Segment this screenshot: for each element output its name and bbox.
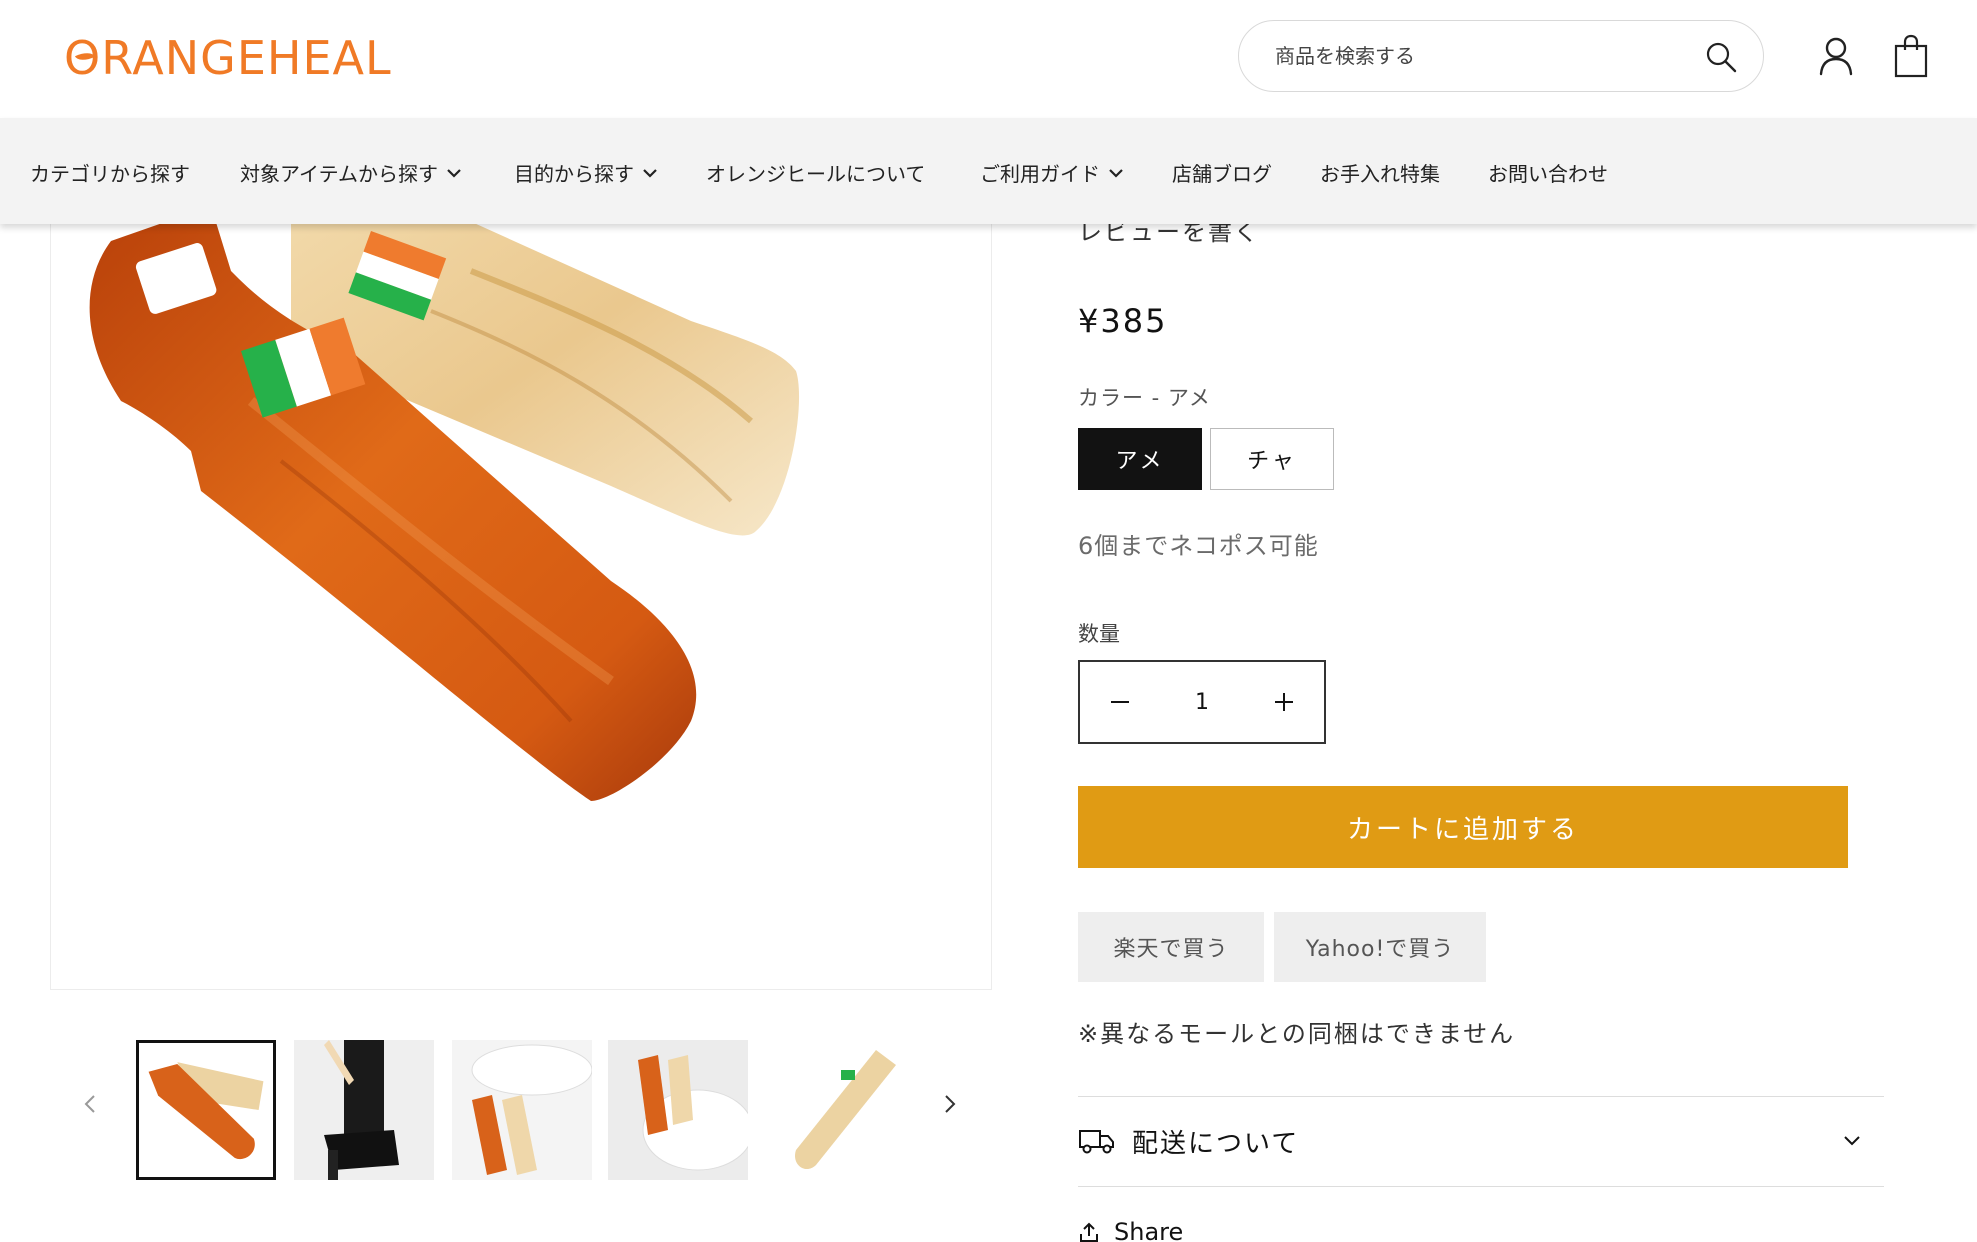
site-logo[interactable]: ORANGEHEAL [64,30,392,86]
product-price: ¥385 [1078,302,1168,340]
nav-item-label: お手入れ特集 [1320,162,1440,186]
thumbnail-image [766,1040,906,1180]
nav-item-label: カテゴリから探す [30,162,190,186]
thumbnail-3[interactable] [452,1040,592,1180]
thumbnail-carousel [50,1030,992,1180]
nav-item-label: 目的から探す [514,162,634,186]
nav-item-label: 対象アイテムから探す [240,162,438,186]
color-label: カラー - アメ [1078,386,1211,410]
share-button[interactable]: Share [1078,1218,1183,1242]
divider [1078,1186,1884,1187]
main-navigation: カテゴリから探す 対象アイテムから探す 目的から探す オレンジヒールについて ご… [0,118,1977,224]
thumbnail-1[interactable] [136,1040,276,1180]
quantity-label: 数量 [1078,622,1120,646]
shipping-accordion-label: 配送について [1132,1128,1300,1159]
quantity-increase-button[interactable] [1244,662,1324,742]
nav-item-care[interactable]: お手入れ特集 [1320,158,1440,187]
nav-item-label: オレンジヒールについて [706,162,926,186]
logo-text: ORANGEHEAL [64,31,392,85]
product-main-image[interactable] [50,200,992,990]
thumbnail-image [608,1040,748,1180]
minus-icon [1111,701,1129,703]
nav-item-target-items[interactable]: 対象アイテムから探す [240,158,462,187]
nav-item-label: 店舗ブログ [1172,162,1272,186]
nav-item-contact[interactable]: お問い合わせ [1488,158,1608,187]
chevron-down-icon [1844,1136,1860,1146]
nav-item-about[interactable]: オレンジヒールについて [706,158,925,187]
truck-icon [1079,1130,1114,1154]
search-icon[interactable] [1705,41,1737,73]
add-to-cart-button[interactable]: カートに追加する [1078,786,1848,868]
quantity-stepper [1078,660,1326,744]
variant-cha-button[interactable]: チャ [1210,428,1334,490]
share-label: Share [1114,1218,1184,1242]
search-input[interactable] [1275,44,1675,68]
site-header: ORANGEHEAL [0,0,1977,118]
chevron-down-icon [1109,168,1123,178]
nekopos-note: 6個までネコポス可能 [1078,532,1319,560]
search-box [1238,20,1764,92]
cart-bag-icon[interactable] [1894,34,1928,78]
account-icon[interactable] [1818,36,1854,76]
shipping-accordion[interactable]: 配送について [1078,1096,1884,1186]
thumbnail-4[interactable] [608,1040,748,1180]
thumbnail-image [452,1040,592,1180]
shoehorn-image [89,201,800,801]
nav-item-label: お問い合わせ [1488,162,1608,186]
chevron-left-icon[interactable] [80,1090,100,1118]
thumbnail-image [294,1040,434,1180]
thumbnail-5[interactable] [766,1040,906,1180]
mall-bundle-note: ※異なるモールとの同梱はできません [1078,1020,1516,1048]
nav-item-guide[interactable]: ご利用ガイド [980,158,1124,187]
thumbnail-image [139,1043,273,1177]
nav-item-purpose[interactable]: 目的から探す [514,158,658,187]
yahoo-buy-button[interactable]: Yahoo!で買う [1274,912,1486,982]
plus-icon [1275,693,1293,711]
variant-label: アメ [1115,449,1165,474]
quantity-decrease-button[interactable] [1080,662,1160,742]
chevron-down-icon [447,168,461,178]
chevron-right-icon[interactable] [940,1090,960,1118]
nav-item-blog[interactable]: 店舗ブログ [1172,158,1272,187]
quantity-input[interactable] [1160,662,1244,742]
nav-item-label: ご利用ガイド [980,162,1100,186]
chevron-down-icon [643,168,657,178]
share-icon [1080,1222,1098,1242]
variant-ame-button[interactable]: アメ [1078,428,1202,490]
thumbnail-2[interactable] [294,1040,434,1180]
rakuten-buy-button[interactable]: 楽天で買う [1078,912,1264,982]
nav-item-categories[interactable]: カテゴリから探す [30,158,190,187]
variant-label: チャ [1247,449,1297,474]
